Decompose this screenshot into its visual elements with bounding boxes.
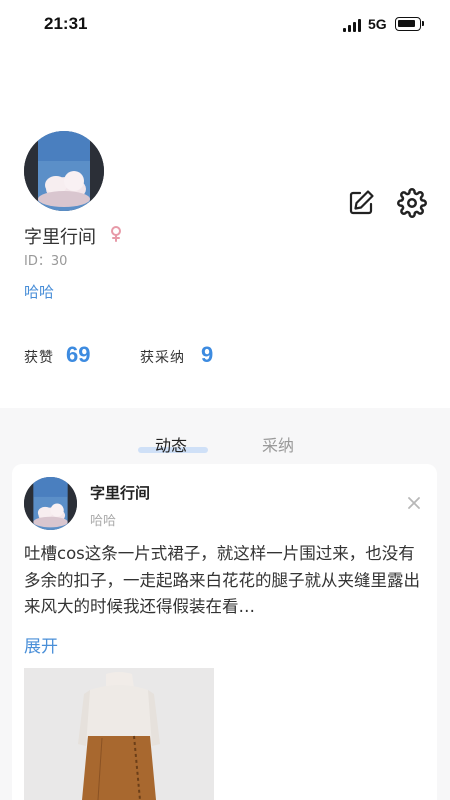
profile-id: ID：30 <box>24 254 68 269</box>
close-icon <box>408 497 420 509</box>
profile-name: 字里行间 <box>24 227 96 248</box>
tab-activity[interactable]: 动态 <box>155 432 187 456</box>
post-author[interactable]: 字里行间 <box>90 482 150 503</box>
profile-bio: 哈哈 <box>24 283 55 301</box>
post-subtitle: 哈哈 <box>90 514 117 529</box>
post-text: 吐槽cos这条一片式裙子，就这样一片围过来，也没有多余的扣子，一走起路来白花花的… <box>24 544 420 616</box>
battery-icon <box>395 17 424 31</box>
expand-link[interactable]: 展开 <box>24 632 58 657</box>
settings-button[interactable] <box>397 188 427 218</box>
profile-avatar[interactable] <box>24 131 104 211</box>
likes-label: 获赞 <box>24 350 54 366</box>
status-time: 21:31 <box>44 14 88 33</box>
signal-icon <box>343 19 363 32</box>
edit-icon <box>349 190 374 215</box>
close-post-button[interactable] <box>404 493 424 513</box>
female-icon <box>111 226 121 242</box>
status-bar: 21:31 5G <box>0 0 450 50</box>
adopted-label: 获采纳 <box>140 350 185 366</box>
tab-adopted[interactable]: 采纳 <box>262 432 294 456</box>
edit-profile-button[interactable] <box>346 188 376 218</box>
post-avatar[interactable] <box>24 477 77 530</box>
network-label: 5G <box>368 16 387 32</box>
settings-icon <box>397 188 427 218</box>
adopted-count: 9 <box>201 342 214 367</box>
likes-count: 69 <box>66 342 91 367</box>
post-image[interactable] <box>24 668 214 800</box>
